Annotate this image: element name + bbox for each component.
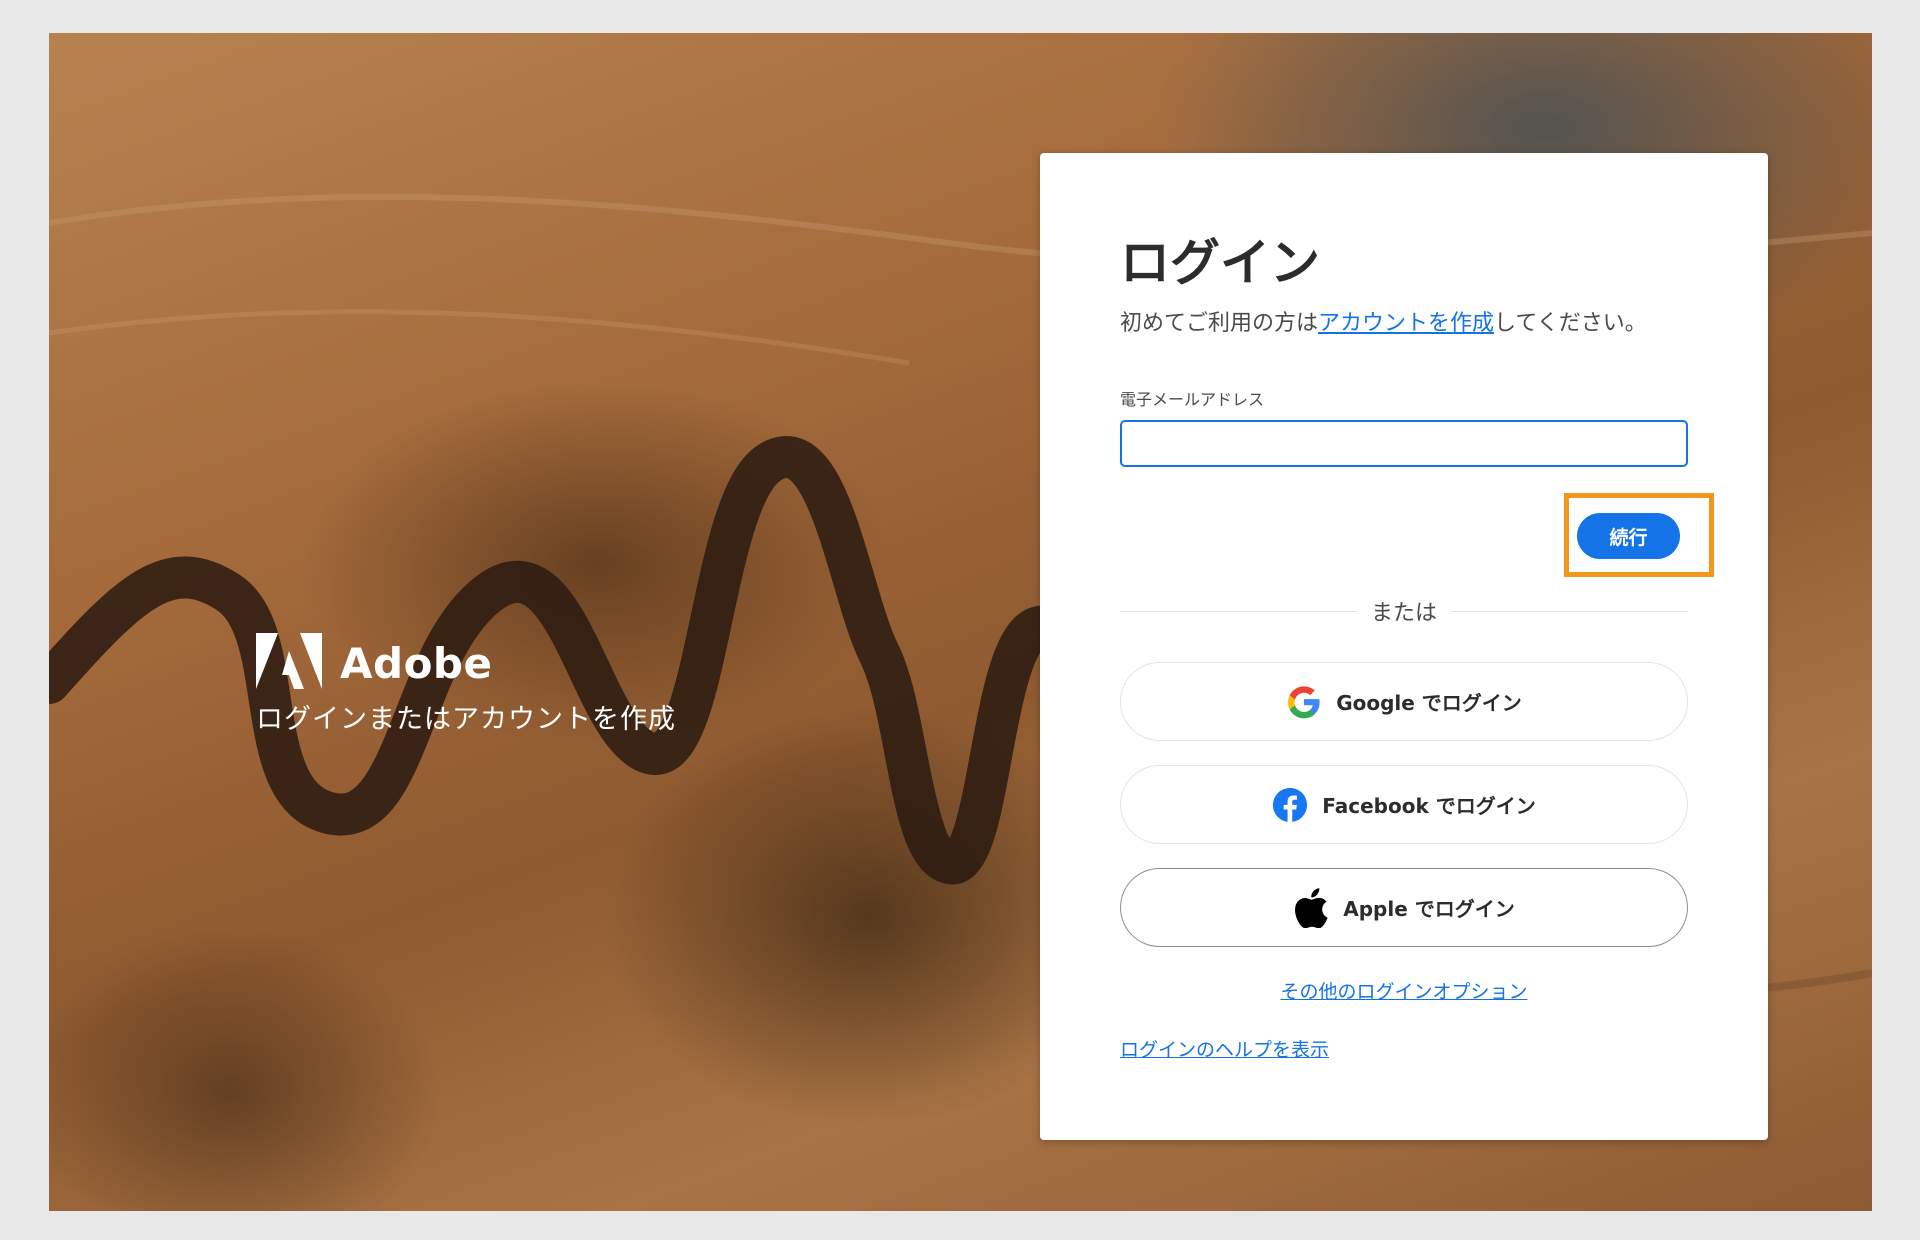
facebook-login-label: Facebook でログイン xyxy=(1322,794,1536,818)
apple-icon xyxy=(1293,887,1329,928)
signup-prompt-prefix: 初めてご利用の方は xyxy=(1120,311,1319,336)
other-login-options-link[interactable]: その他のログインオプション xyxy=(1280,981,1527,1003)
facebook-login-button[interactable]: Facebook でログイン xyxy=(1120,765,1688,844)
apple-login-button[interactable]: Apple でログイン xyxy=(1120,868,1688,947)
or-divider: または xyxy=(1120,595,1689,627)
login-help-link[interactable]: ログインのヘルプを表示 xyxy=(1120,1039,1329,1061)
brand-row: Adobe xyxy=(256,633,676,693)
other-login-options-row: その他のログインオプション xyxy=(1120,977,1688,1004)
page-title: ログイン xyxy=(1120,234,1320,292)
facebook-icon xyxy=(1272,787,1308,823)
brand-name: Adobe xyxy=(340,638,493,688)
signup-prompt: 初めてご利用の方はアカウントを作成してください。 xyxy=(1120,305,1647,337)
email-field[interactable] xyxy=(1120,420,1688,467)
adobe-logo-icon xyxy=(256,633,322,693)
create-account-link[interactable]: アカウントを作成 xyxy=(1318,311,1494,336)
google-login-label: Google でログイン xyxy=(1336,691,1522,715)
email-label: 電子メールアドレス xyxy=(1120,390,1265,409)
apple-login-label: Apple でログイン xyxy=(1343,897,1515,921)
google-icon xyxy=(1286,684,1322,720)
brand-tagline: ログインまたはアカウントを作成 xyxy=(256,704,676,735)
signup-prompt-suffix: してください。 xyxy=(1494,311,1647,336)
continue-button[interactable]: 続行 xyxy=(1577,513,1680,559)
divider-line-right xyxy=(1451,610,1689,612)
divider-text: または xyxy=(1371,601,1438,626)
login-help-row: ログインのヘルプを表示 xyxy=(1120,1035,1329,1062)
background-landscape: Adobe ログインまたはアカウントを作成 ログイン 初めてご利用の方はアカウン… xyxy=(49,33,1872,1211)
google-login-button[interactable]: Google でログイン xyxy=(1120,662,1688,741)
brand-block: Adobe ログインまたはアカウントを作成 xyxy=(256,633,676,736)
divider-line-left xyxy=(1120,610,1357,612)
login-card: ログイン 初めてご利用の方はアカウントを作成してください。 電子メールアドレス … xyxy=(1040,153,1768,1140)
